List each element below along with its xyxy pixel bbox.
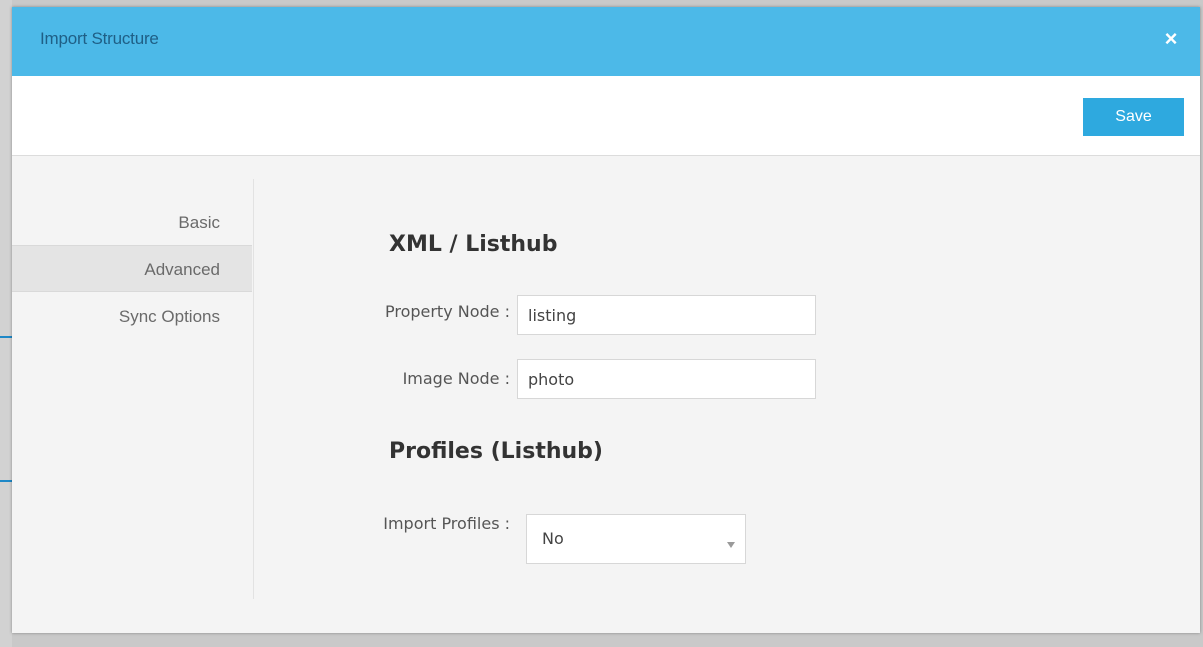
import-profiles-selected-value: No bbox=[542, 529, 564, 548]
chevron-down-icon bbox=[727, 542, 735, 548]
nav-item-basic[interactable]: Basic bbox=[12, 199, 252, 246]
property-node-label: Property Node : bbox=[384, 302, 510, 321]
image-node-input[interactable] bbox=[517, 359, 816, 399]
image-node-label: Image Node : bbox=[402, 369, 510, 388]
backdrop bbox=[0, 0, 12, 647]
backdrop-divider bbox=[0, 480, 12, 482]
modal-toolbar: Save bbox=[12, 76, 1200, 156]
save-button[interactable]: Save bbox=[1083, 98, 1184, 136]
modal-title: Import Structure bbox=[40, 29, 159, 48]
property-node-input[interactable] bbox=[517, 295, 816, 335]
nav-item-advanced[interactable]: Advanced bbox=[12, 245, 252, 292]
import-profiles-select[interactable]: No bbox=[526, 514, 746, 564]
import-structure-modal: Import Structure × Save Basic Advanced S… bbox=[12, 7, 1200, 633]
section-title-xml-listhub: XML / Listhub bbox=[389, 232, 558, 257]
import-profiles-label: Import Profiles : bbox=[383, 514, 510, 533]
modal-header: Import Structure × bbox=[12, 7, 1200, 76]
close-icon[interactable]: × bbox=[1160, 27, 1182, 51]
backdrop-divider bbox=[0, 336, 12, 338]
side-nav: Basic Advanced Sync Options bbox=[12, 179, 254, 599]
section-title-profiles-listhub: Profiles (Listhub) bbox=[389, 439, 603, 464]
nav-item-sync-options[interactable]: Sync Options bbox=[12, 293, 252, 340]
